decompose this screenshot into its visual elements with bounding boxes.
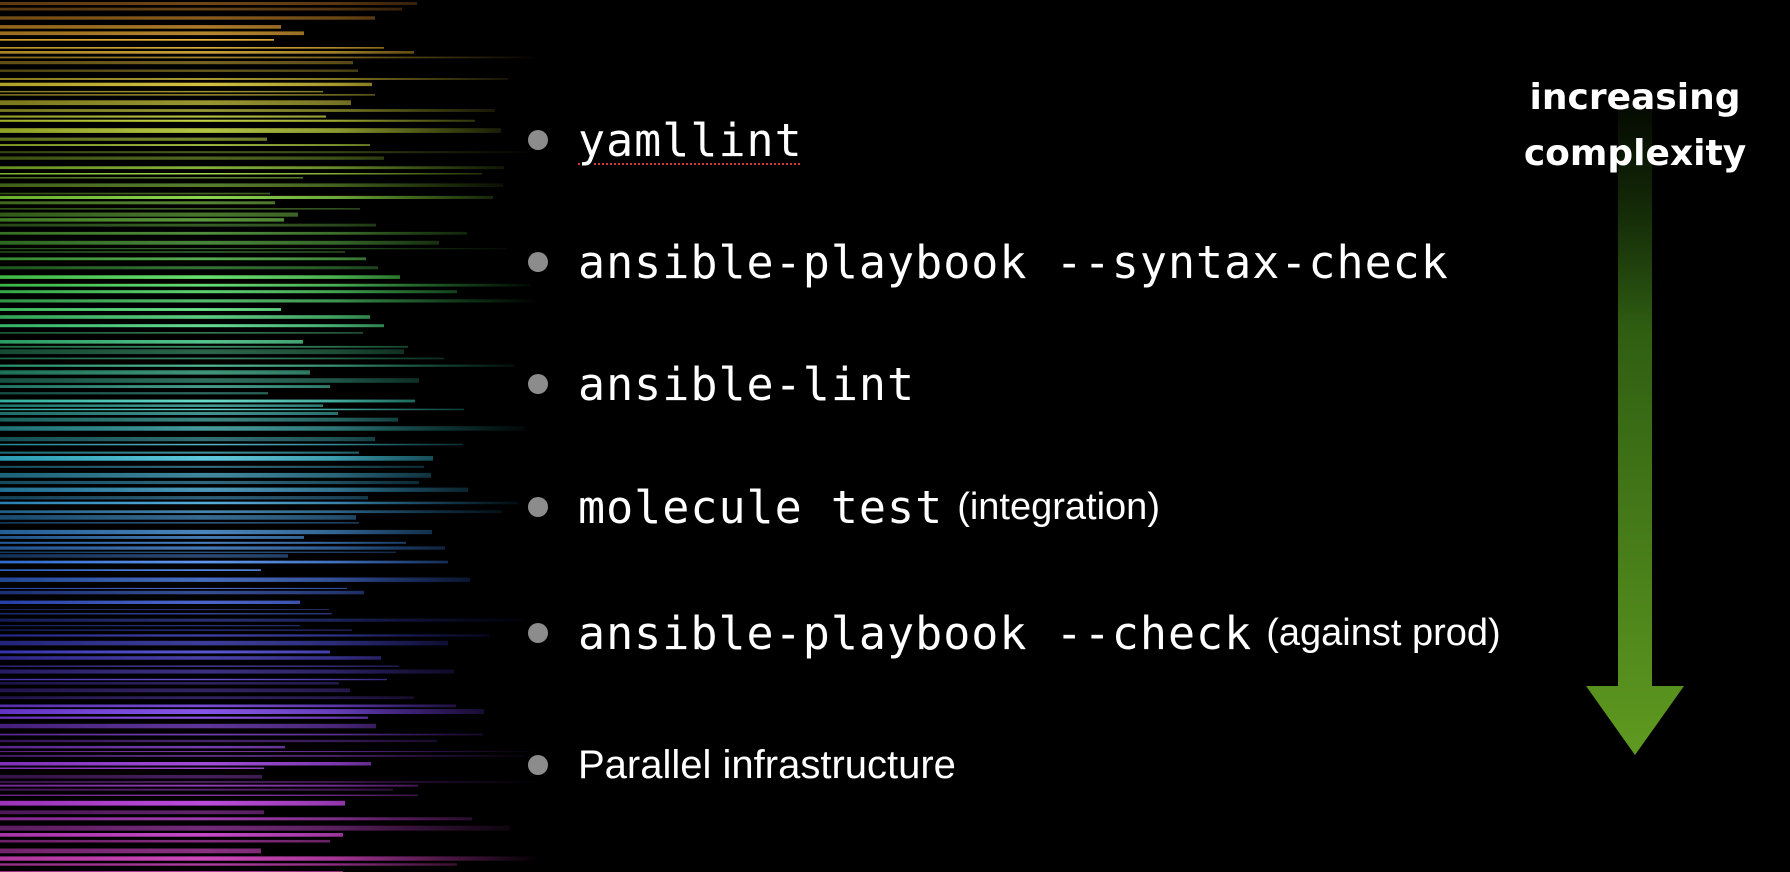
- bullet-note: (integration): [957, 485, 1160, 528]
- bullet-item-yamllint: yamllint: [528, 110, 803, 170]
- bullet-dot-icon: [528, 497, 548, 517]
- bullet-dot-icon: [528, 623, 548, 643]
- bullet-code: ansible-lint: [578, 357, 916, 411]
- bullet-item-molecule-test: molecule test (integration): [528, 477, 1160, 537]
- slide: yamllint ansible-playbook --syntax-check…: [0, 0, 1790, 872]
- bullet-list: yamllint ansible-playbook --syntax-check…: [528, 0, 1528, 872]
- bullet-dot-icon: [528, 374, 548, 394]
- bullet-text: Parallel infrastructure: [578, 742, 956, 787]
- bullet-item-check: ansible-playbook --check (against prod): [528, 603, 1501, 663]
- complexity-label-line1: increasing: [1529, 77, 1741, 118]
- bullet-code: ansible-playbook --syntax-check: [578, 235, 1449, 289]
- complexity-label-line2: complexity: [1523, 133, 1747, 174]
- bullet-note: (against prod): [1266, 611, 1501, 654]
- bullet-dot-icon: [528, 755, 548, 775]
- bullet-item-ansible-lint: ansible-lint: [528, 354, 915, 414]
- bullet-item-parallel-infrastructure: Parallel infrastructure: [528, 735, 956, 795]
- bullet-dot-icon: [528, 130, 548, 150]
- complexity-label: increasing complexity: [1500, 70, 1770, 182]
- down-arrow-icon: [1580, 100, 1690, 760]
- bullet-item-syntax-check: ansible-playbook --syntax-check: [528, 232, 1449, 292]
- rainbow-spectrum-decoration: [0, 0, 540, 872]
- bullet-code: molecule test: [578, 480, 944, 534]
- bullet-code: yamllint: [578, 113, 803, 167]
- bullet-code: ansible-playbook --check: [578, 606, 1253, 660]
- bullet-dot-icon: [528, 252, 548, 272]
